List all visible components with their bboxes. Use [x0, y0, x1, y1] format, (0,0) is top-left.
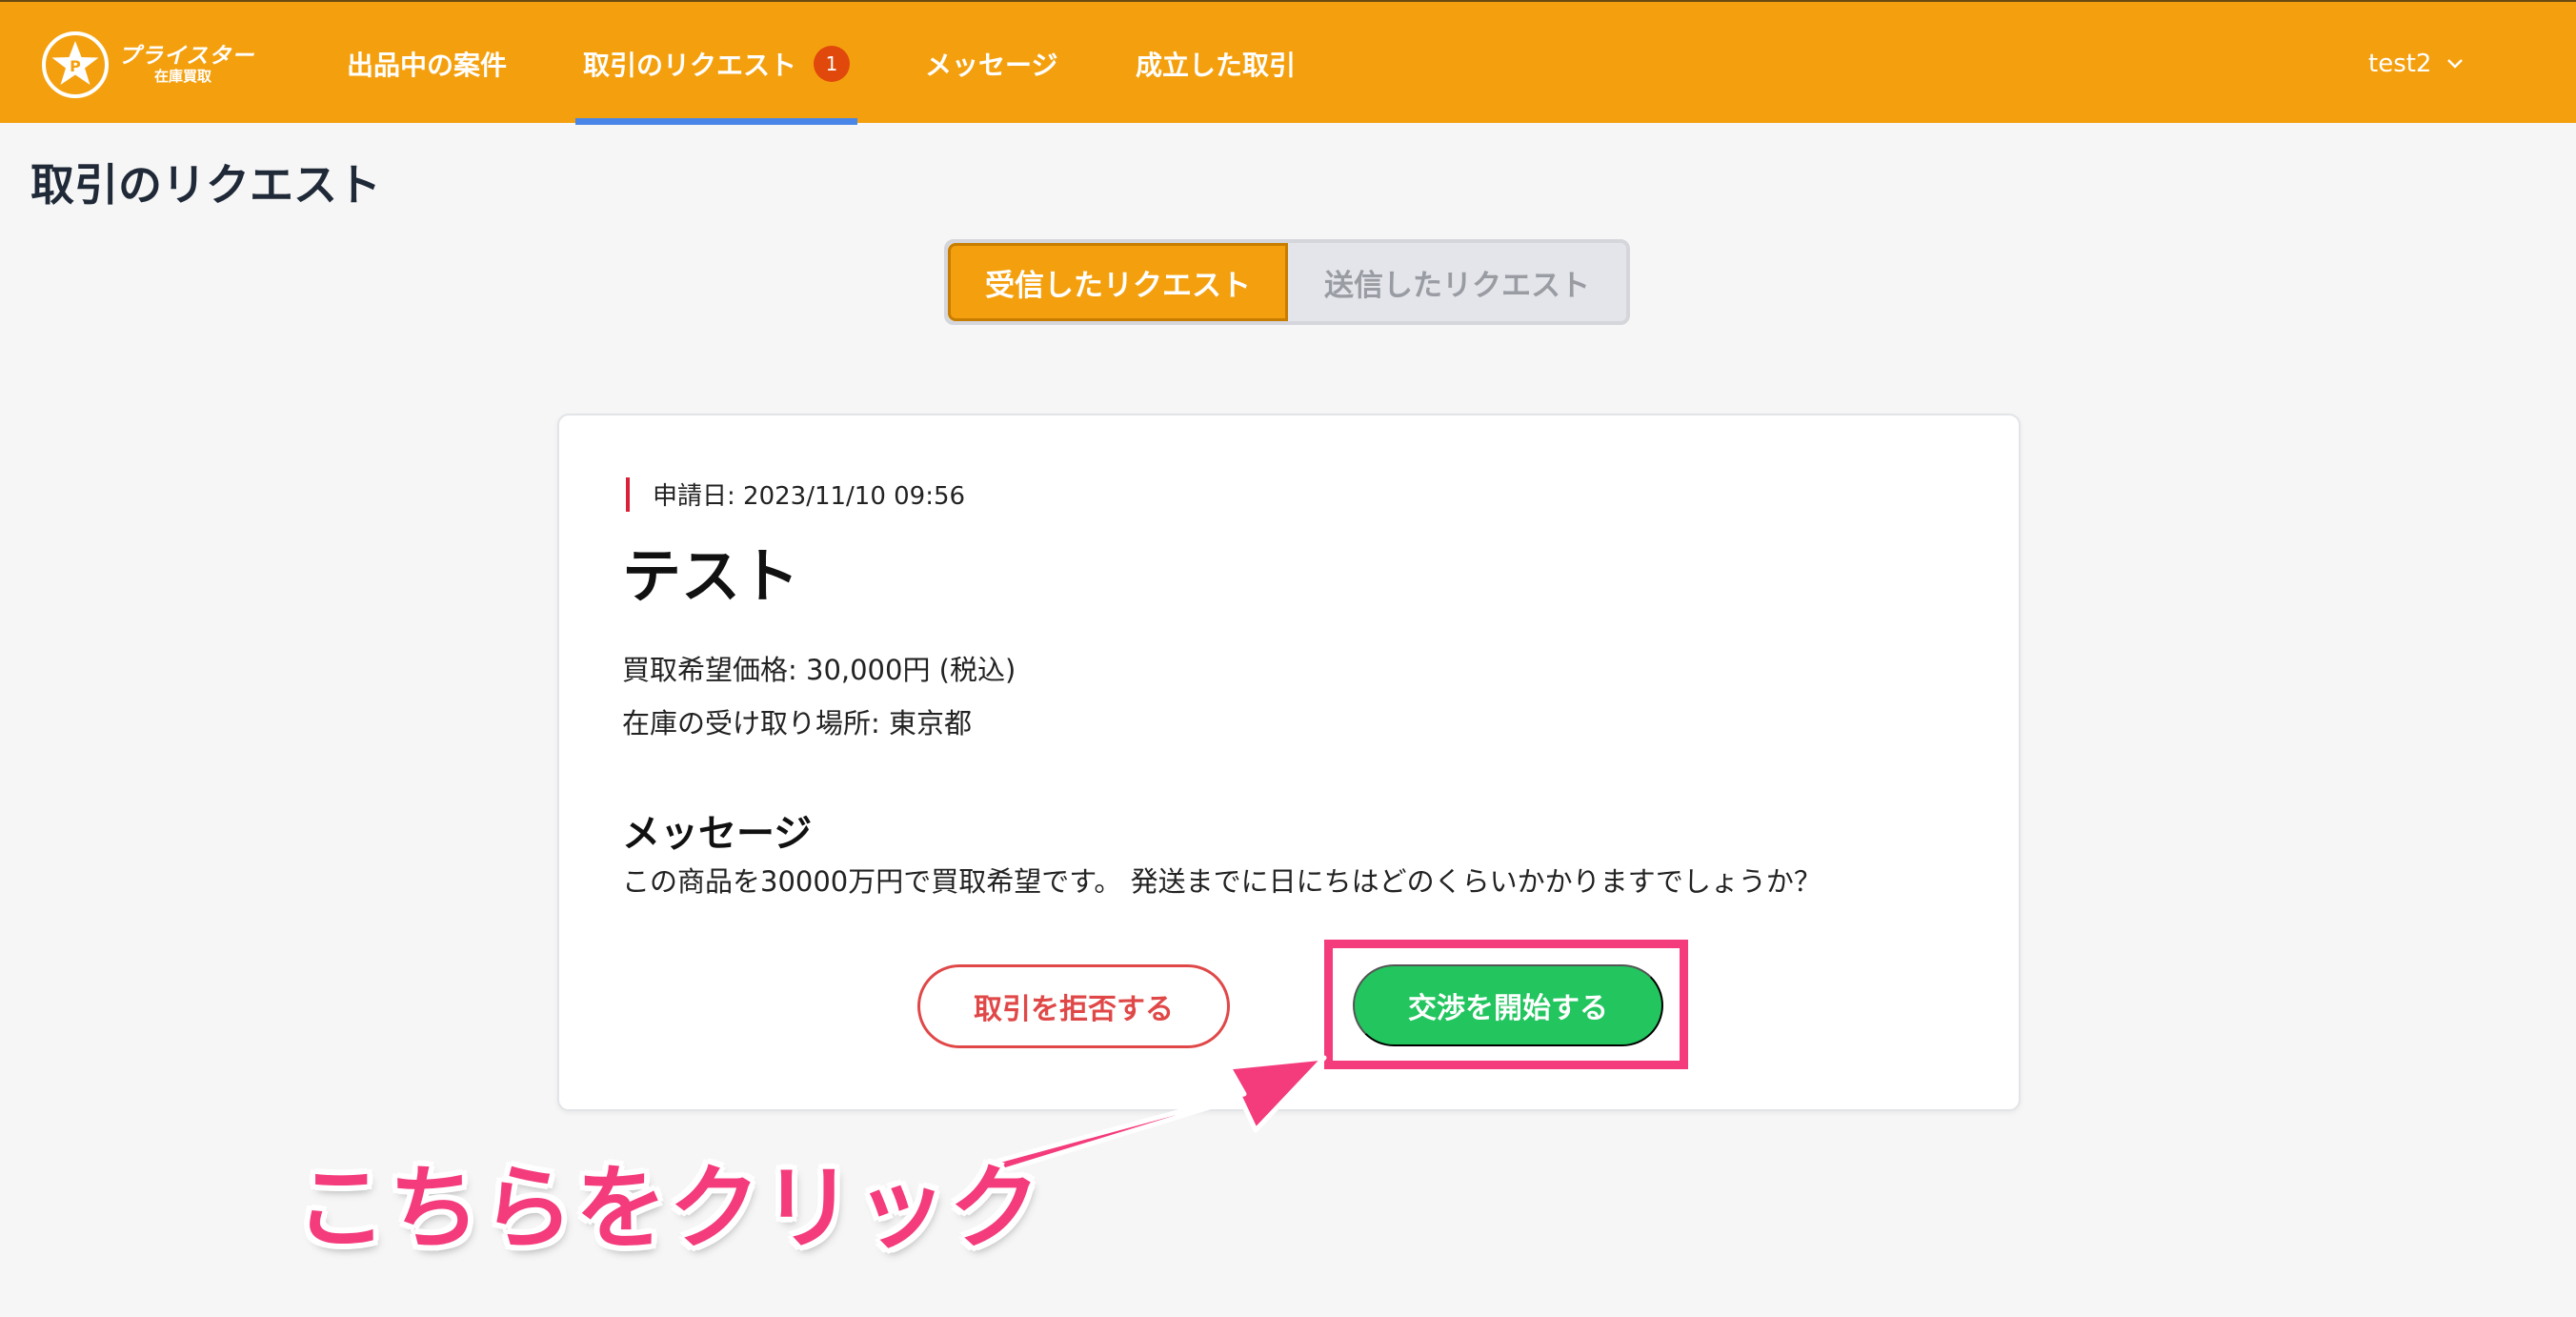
request-card: 申請日: 2023/11/10 09:56 テスト 買取希望価格: 30,000…	[557, 414, 2021, 1111]
user-name: test2	[2368, 49, 2432, 78]
callout-text: こちらをクリック	[295, 1155, 1042, 1262]
tab-sent-requests[interactable]: 送信したリクエスト	[1288, 243, 1626, 321]
nav-requests[interactable]: 取引のリクエスト 1	[574, 2, 858, 125]
pickup-location: 在庫の受け取り場所: 東京都	[622, 707, 972, 740]
logo-sub: 在庫買取	[154, 68, 212, 86]
nav-listings[interactable]: 出品中の案件	[347, 2, 507, 125]
date-accent-bar	[626, 476, 630, 512]
page-title: 取引のリクエスト	[30, 159, 381, 211]
nav-messages[interactable]: メッセージ	[925, 2, 1057, 125]
item-title: テスト	[622, 541, 800, 611]
nav-completed-deals[interactable]: 成立した取引	[1136, 2, 1296, 125]
message-body: この商品を30000万円で買取希望です。 発送までに日にちはどのくらいかかります…	[622, 865, 1821, 898]
desired-price: 買取希望価格: 30,000円 (税込)	[622, 654, 1016, 686]
tab-received-requests[interactable]: 受信したリクエスト	[948, 243, 1288, 321]
reject-request-button[interactable]: 取引を拒否する	[917, 964, 1230, 1048]
request-date-text: 申請日: 2023/11/10 09:56	[653, 482, 966, 511]
request-type-toggle: 受信したリクエスト 送信したリクエスト	[944, 239, 1630, 325]
user-menu[interactable]: test2	[2368, 2, 2464, 125]
logo[interactable]: P プライスター 在庫買取	[42, 30, 256, 99]
chevron-down-icon	[2447, 58, 2464, 69]
top-header: P プライスター 在庫買取 出品中の案件 取引のリクエスト 1 メッセージ 成立…	[0, 0, 2576, 125]
message-heading: メッセージ	[622, 812, 813, 856]
notification-badge: 1	[814, 45, 851, 82]
logo-brand: プライスター	[118, 44, 255, 70]
svg-text:P: P	[70, 57, 81, 75]
request-date: 申請日: 2023/11/10 09:56	[626, 476, 965, 512]
start-negotiation-button[interactable]: 交渉を開始する	[1353, 964, 1663, 1046]
logo-star-icon: P	[42, 31, 109, 98]
